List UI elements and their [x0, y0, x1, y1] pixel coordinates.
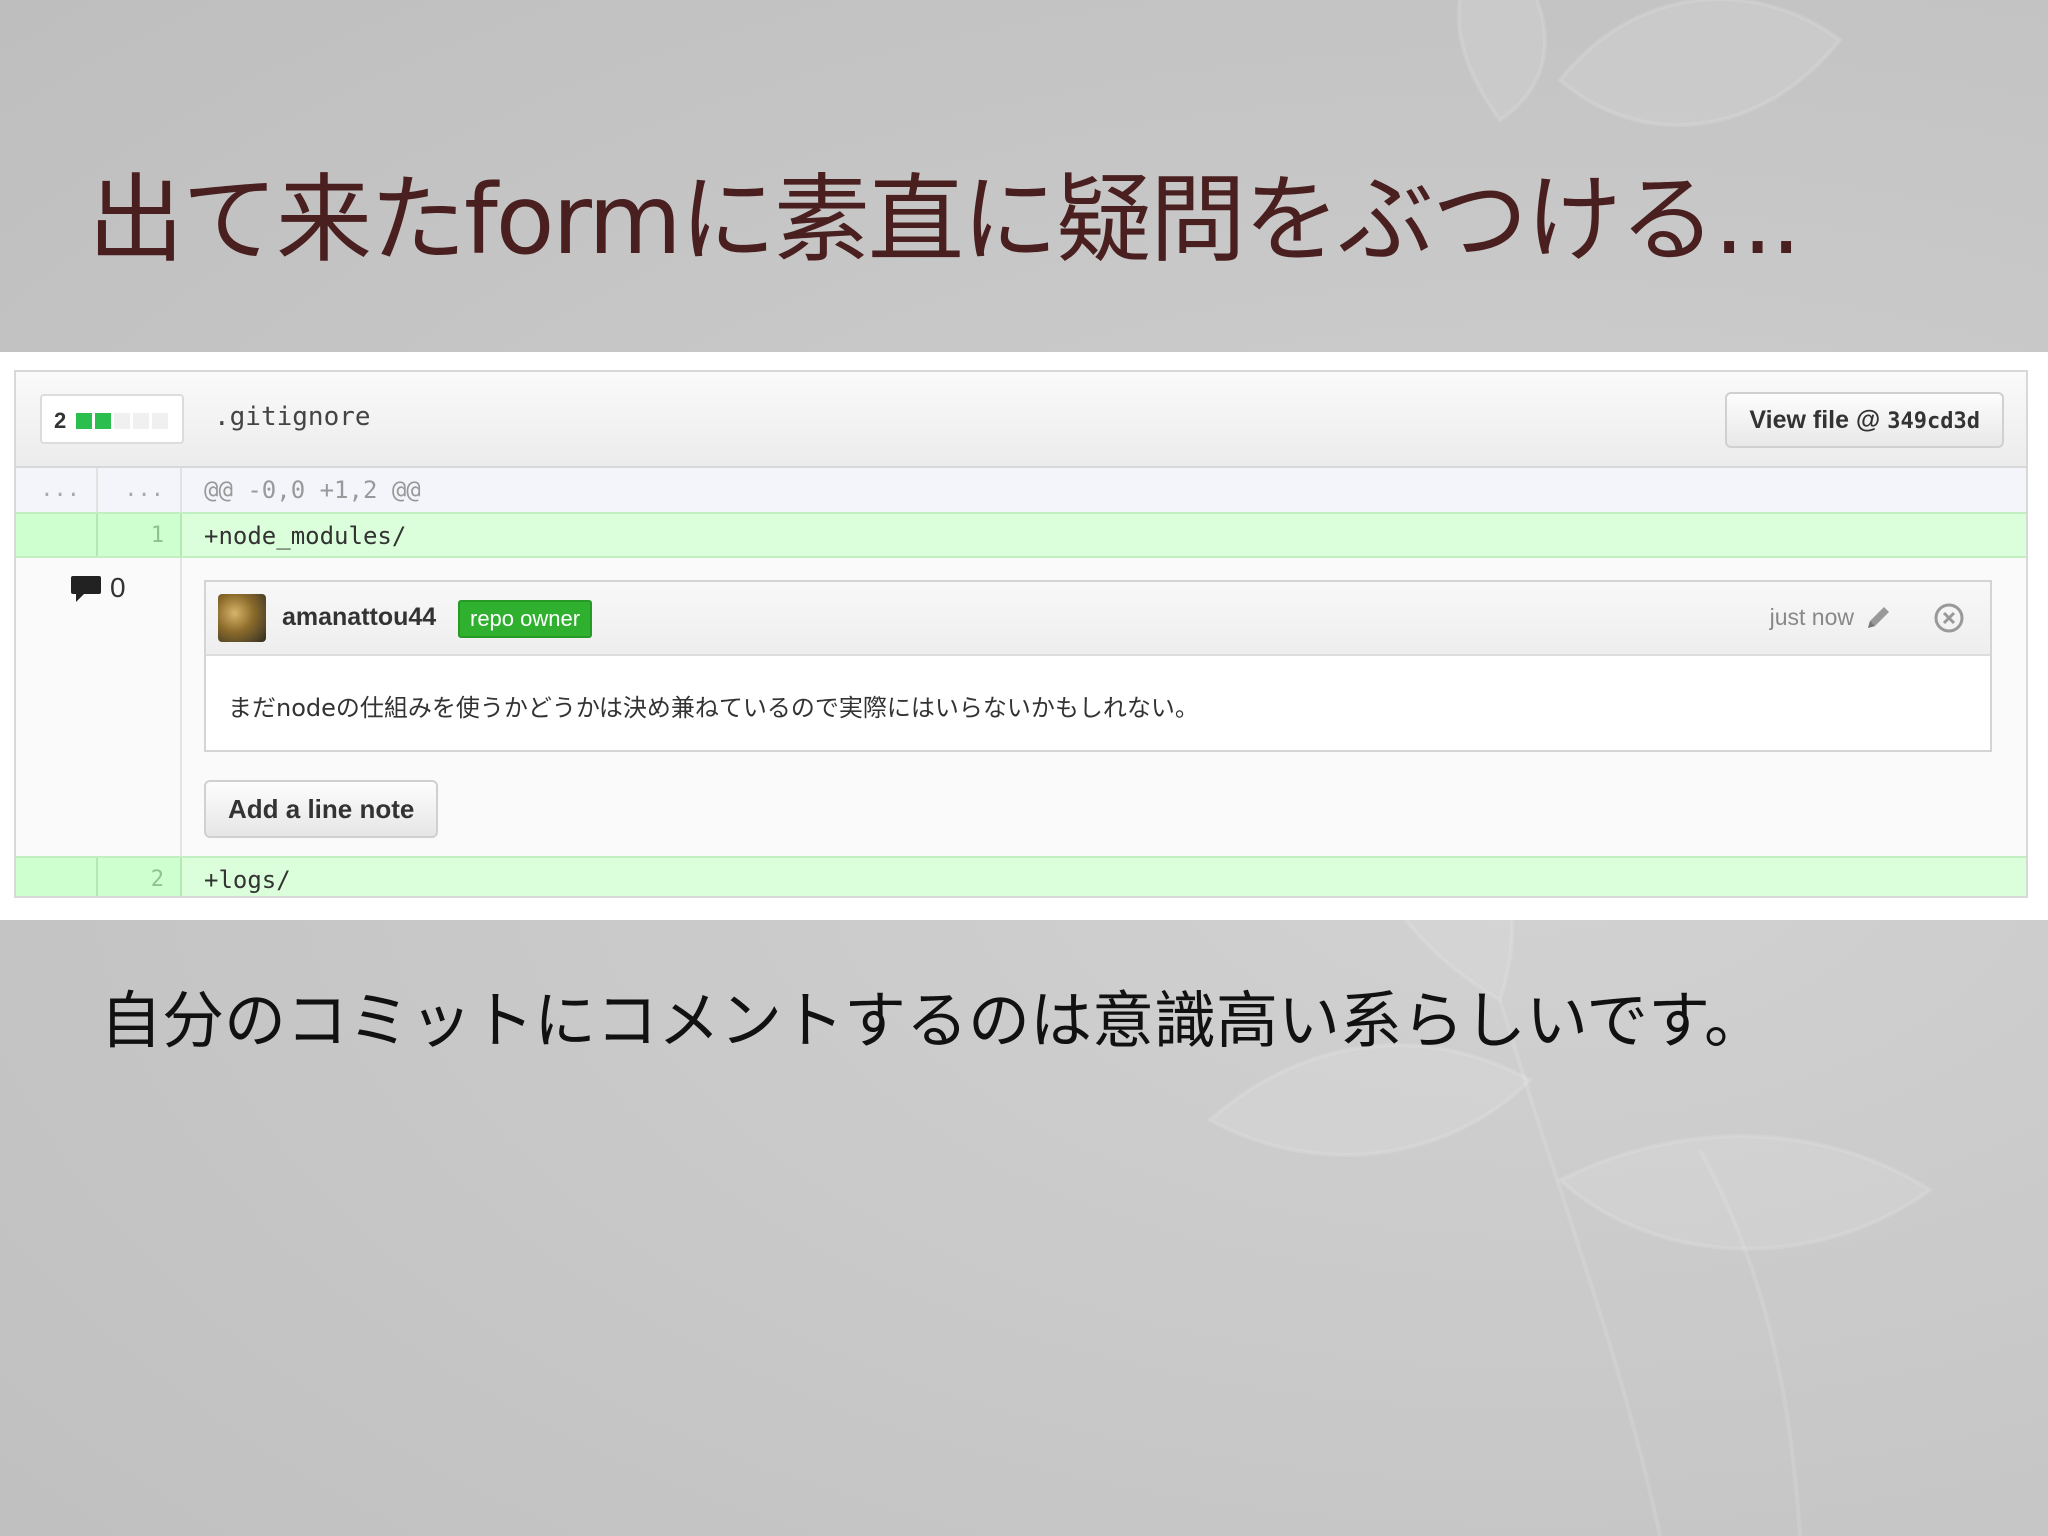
- hunk-header-row: ... ... @@ -0,0 +1,2 @@: [16, 468, 2026, 512]
- diff-stat-count: 2: [54, 408, 67, 433]
- diff-stat-block-added: [95, 413, 111, 429]
- added-line-row: 2 +logs/: [16, 856, 2026, 896]
- repo-owner-badge: repo owner: [458, 600, 593, 638]
- pencil-icon[interactable]: [1862, 602, 1894, 634]
- old-line-number[interactable]: ...: [16, 468, 98, 512]
- diff-stat-block-neutral: [152, 413, 168, 429]
- comment-bubble-icon: [71, 576, 101, 602]
- comment-body: まだnodeの仕組みを使うかどうかは決め兼ねているので実際にはいらないかもしれな…: [228, 694, 1199, 722]
- diff-stat: 2: [40, 394, 184, 444]
- added-line-row: 1 +node_modules/: [16, 512, 2026, 558]
- comment-author[interactable]: amanattou44: [282, 603, 436, 632]
- commit-sha: 349cd3d: [1887, 409, 1980, 434]
- close-circle-icon[interactable]: [1932, 601, 1966, 635]
- code-line: +node_modules/: [204, 522, 407, 550]
- diff-file-panel: 2 .gitignore View file @ 349cd3d ... ...…: [14, 370, 2028, 898]
- slide-title: 出て来たformに素直に疑問をぶつける...: [88, 164, 1801, 276]
- add-line-note-button[interactable]: Add a line note: [204, 780, 439, 838]
- new-line-number[interactable]: 2: [98, 858, 182, 896]
- slide-caption: 自分のコミットにコメントするのは意識高い系らしいです。: [100, 984, 1766, 1057]
- diff-stat-block-neutral: [114, 413, 130, 429]
- comment-counter: 0: [70, 572, 126, 608]
- view-file-button[interactable]: View file @ 349cd3d: [1725, 392, 2004, 448]
- avatar[interactable]: [218, 594, 266, 642]
- old-line-number[interactable]: [16, 514, 98, 556]
- code-line: +logs/: [204, 866, 291, 894]
- new-line-number[interactable]: 1: [98, 514, 182, 556]
- comment-header: amanattou44 repo owner just now: [206, 582, 1990, 656]
- new-line-number[interactable]: ...: [98, 468, 182, 512]
- comment-count: 0: [110, 572, 126, 603]
- line-comment-row: 0 amanattou44 repo owner just now まだnode…: [16, 558, 2026, 856]
- comment-timestamp: just now: [1769, 604, 1854, 630]
- diff-stat-block-neutral: [133, 413, 149, 429]
- old-line-number[interactable]: [16, 858, 98, 896]
- diff-stat-bars: [76, 413, 171, 439]
- hunk-header: @@ -0,0 +1,2 @@: [204, 476, 421, 504]
- file-name: .gitignore: [214, 402, 371, 432]
- comment: amanattou44 repo owner just now まだnodeの仕…: [204, 580, 1992, 752]
- view-file-label: View file @: [1749, 406, 1881, 434]
- comment-gutter: 0: [16, 558, 182, 856]
- file-header: 2 .gitignore View file @ 349cd3d: [16, 372, 2026, 468]
- diff-stat-block-added: [76, 413, 92, 429]
